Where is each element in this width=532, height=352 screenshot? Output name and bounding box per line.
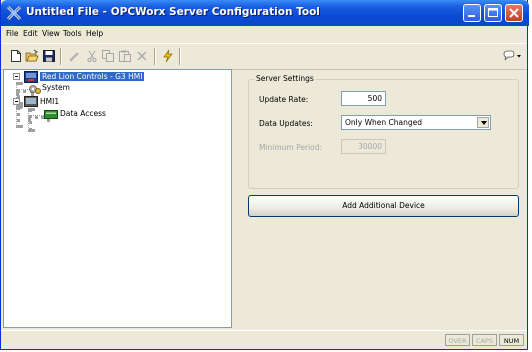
status-bar: OVER CAPS NUM xyxy=(1,330,527,349)
minimum-period-label: Minimum Period: xyxy=(259,143,323,152)
tree-node-system[interactable]: System xyxy=(42,83,70,92)
menu-view[interactable]: View xyxy=(42,29,60,38)
tree-node-hmi1[interactable]: HMI1 xyxy=(40,97,59,106)
open-icon[interactable] xyxy=(25,49,39,63)
status-caps: CAPS xyxy=(472,334,497,346)
data-updates-select[interactable]: Only When Changed xyxy=(341,115,491,130)
close-button[interactable] xyxy=(505,4,523,22)
minimize-icon xyxy=(468,15,475,17)
title-bar[interactable]: Untitled File - OPCWorx Server Configura… xyxy=(1,0,529,26)
tree-node-red-lion-controls[interactable]: Red Lion Controls - G3 HMI xyxy=(40,72,145,81)
settings-panel: Server Settings Update Rate: Data Update… xyxy=(233,69,527,328)
server-settings-title: Server Settings xyxy=(254,74,316,83)
data-updates-value: Only When Changed xyxy=(345,118,422,127)
tree-collapse-toggle[interactable] xyxy=(13,73,20,80)
menu-help[interactable]: Help xyxy=(86,29,103,38)
update-rate-input[interactable] xyxy=(341,91,386,106)
tree-collapse-toggle[interactable] xyxy=(13,98,20,105)
save-icon[interactable] xyxy=(42,49,56,63)
maximize-button[interactable] xyxy=(484,4,502,22)
toolbar-separator xyxy=(179,48,181,65)
edit-icon[interactable] xyxy=(67,49,81,63)
gear-icon xyxy=(29,85,41,94)
cut-icon[interactable] xyxy=(85,49,99,63)
device-tree[interactable]: Red Lion Controls - G3 HMI System HMI1 D… xyxy=(3,69,232,328)
window-title: Untitled File - OPCWorx Server Configura… xyxy=(26,6,320,18)
minimize-button[interactable] xyxy=(463,4,481,22)
copy-icon[interactable] xyxy=(101,49,115,63)
menu-file[interactable]: File xyxy=(6,29,19,38)
hmi-device-icon xyxy=(24,71,38,83)
close-icon xyxy=(509,8,519,18)
paste-icon[interactable] xyxy=(118,49,132,63)
menu-tools[interactable]: Tools xyxy=(63,29,81,38)
toolbar-separator xyxy=(60,48,62,65)
maximize-icon xyxy=(488,8,498,17)
update-rate-label: Update Rate: xyxy=(259,95,309,104)
tree-connector xyxy=(28,108,32,132)
help-icon[interactable] xyxy=(502,49,522,63)
opcworx-logo-icon xyxy=(6,5,22,21)
chevron-down-icon[interactable] xyxy=(477,117,489,128)
minimum-period-input xyxy=(341,139,386,154)
menu-edit[interactable]: Edit xyxy=(23,29,38,38)
app-window: Untitled File - OPCWorx Server Configura… xyxy=(0,0,529,350)
data-updates-label: Data Updates: xyxy=(259,119,313,128)
status-num: NUM xyxy=(499,334,524,346)
hmi-panel-icon xyxy=(24,96,38,107)
toolbar-separator xyxy=(154,48,156,65)
status-over: OVER xyxy=(445,334,470,346)
lightning-icon[interactable] xyxy=(161,49,175,63)
data-access-icon xyxy=(44,110,58,119)
tree-node-data-access[interactable]: Data Access xyxy=(60,109,106,118)
add-additional-device-button[interactable]: Add Additional Device xyxy=(248,195,519,217)
menu-bar: File Edit View Tools Help xyxy=(1,26,527,41)
new-icon[interactable] xyxy=(9,49,23,63)
server-settings-group: Server Settings Update Rate: Data Update… xyxy=(248,74,519,189)
toolbar xyxy=(1,43,527,70)
delete-icon[interactable] xyxy=(135,49,149,63)
